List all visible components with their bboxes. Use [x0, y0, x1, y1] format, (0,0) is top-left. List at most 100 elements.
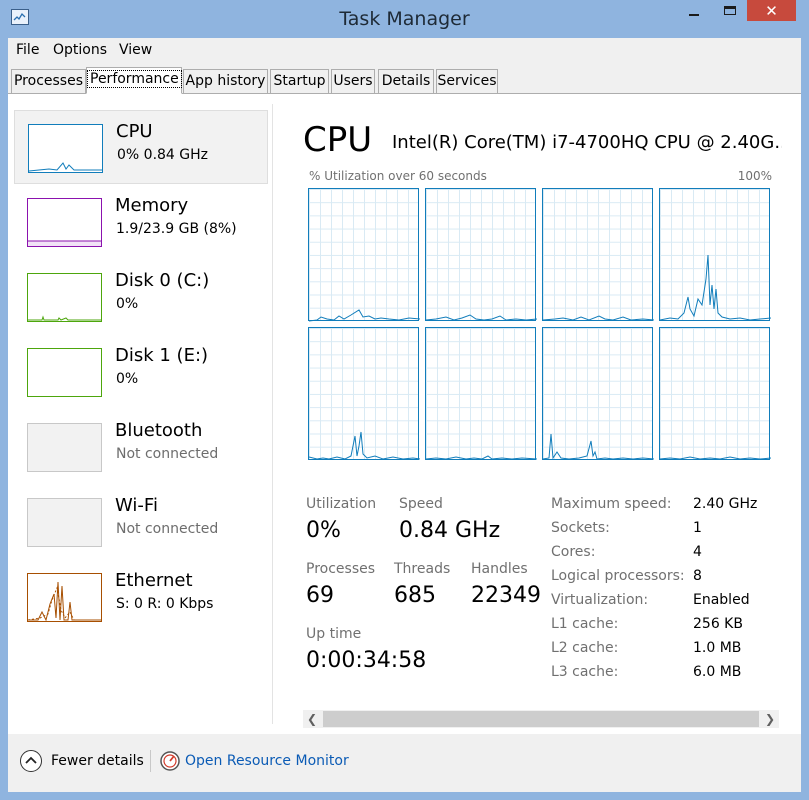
menu-options[interactable]: Options [53, 42, 107, 58]
processes-value: 69 [306, 583, 334, 608]
tab-bar: Processes Performance App history Startu… [8, 64, 801, 94]
sidebar-item-subtitle: S: 0 R: 0 Kbps [116, 596, 214, 612]
task-manager-window: Task Manager ✕ File Options View Process… [0, 0, 809, 800]
sidebar-item-title: Disk 1 (E:) [115, 345, 209, 366]
cpu-detail-panel: CPU Intel(R) Core(TM) i7-4700HQ CPU @ 2.… [303, 94, 782, 734]
spec-value: 4 [693, 544, 702, 560]
menu-view[interactable]: View [119, 42, 152, 58]
resource-sidebar: CPU 0% 0.84 GHz Memory 1.9/23.9 GB (8%) … [8, 94, 273, 734]
sidebar-item-title: Memory [115, 195, 189, 216]
sidebar-item-subtitle: 0% 0.84 GHz [117, 147, 209, 163]
sidebar-item-title: Bluetooth [115, 420, 203, 441]
close-button[interactable]: ✕ [747, 0, 796, 21]
graph-max-label: 100% [737, 169, 772, 183]
core-graph-1 [308, 188, 420, 322]
threads-label: Threads [394, 561, 451, 577]
spec-label: Sockets: [551, 520, 610, 536]
scroll-right-arrow-icon[interactable]: ❯ [761, 711, 779, 727]
pane-splitter[interactable] [272, 104, 273, 724]
open-resource-monitor-link[interactable]: Open Resource Monitor [185, 753, 349, 769]
horizontal-scrollbar[interactable]: ❮ ❯ [303, 710, 779, 728]
uptime-value: 0:00:34:58 [306, 648, 427, 673]
sidebar-item-memory[interactable]: Memory 1.9/23.9 GB (8%) [14, 185, 268, 259]
core-graph-7 [542, 327, 654, 460]
spec-label: Maximum speed: [551, 496, 672, 512]
performance-pane: CPU 0% 0.84 GHz Memory 1.9/23.9 GB (8%) … [8, 94, 801, 734]
sidebar-item-disk-1[interactable]: Disk 1 (E:) 0% [14, 335, 268, 409]
graph-caption: % Utilization over 60 seconds [309, 169, 487, 183]
sidebar-item-wifi[interactable]: Wi-Fi Not connected [14, 485, 268, 559]
handles-value: 22349 [471, 583, 541, 608]
disk1-thumbnail-graph [27, 348, 102, 397]
minimize-button[interactable] [676, 0, 712, 21]
spec-value: Enabled [693, 592, 750, 608]
spec-value: 256 KB [693, 616, 743, 632]
spec-label: Logical processors: [551, 568, 685, 584]
core-graph-6 [425, 327, 537, 460]
spec-label: Cores: [551, 544, 596, 560]
tab-users[interactable]: Users [331, 69, 375, 93]
spec-value: 8 [693, 568, 702, 584]
spec-label: L2 cache: [551, 640, 619, 656]
memory-thumbnail-graph [27, 198, 102, 247]
processes-label: Processes [306, 561, 376, 577]
sidebar-item-disk-0[interactable]: Disk 0 (C:) 0% [14, 260, 268, 334]
spec-label: L1 cache: [551, 616, 619, 632]
tab-performance[interactable]: Performance [86, 67, 182, 94]
resource-monitor-icon[interactable] [159, 750, 181, 772]
core-graph-2 [425, 188, 537, 321]
tab-app-history[interactable]: App history [183, 69, 268, 93]
speed-value: 0.84 GHz [399, 518, 501, 543]
threads-value: 685 [394, 583, 436, 608]
spec-label: L3 cache: [551, 664, 619, 680]
spec-value: 1.0 MB [693, 640, 742, 656]
minimize-icon [689, 13, 699, 16]
wifi-thumbnail-graph [27, 498, 102, 547]
sidebar-item-ethernet[interactable]: Ethernet S: 0 R: 0 Kbps [14, 560, 268, 634]
bluetooth-thumbnail-graph [27, 423, 102, 472]
sidebar-item-subtitle: Not connected [116, 521, 219, 537]
close-icon: ✕ [765, 1, 778, 20]
sidebar-item-subtitle: 0% [116, 296, 139, 312]
tab-processes[interactable]: Processes [11, 69, 86, 93]
spec-value: 1 [693, 520, 702, 536]
disk0-thumbnail-graph [27, 273, 102, 322]
sidebar-item-title: Wi-Fi [115, 495, 158, 516]
menu-bar: File Options View [8, 38, 801, 64]
handles-label: Handles [471, 561, 528, 577]
fewer-details-link[interactable]: Fewer details [51, 753, 144, 769]
panel-title: CPU [303, 120, 373, 160]
maximize-button[interactable] [712, 0, 748, 21]
scrollbar-thumb[interactable] [323, 711, 759, 727]
sidebar-item-title: Ethernet [115, 570, 193, 591]
sidebar-item-cpu[interactable]: CPU 0% 0.84 GHz [14, 110, 268, 184]
sidebar-item-subtitle: Not connected [116, 446, 219, 462]
sidebar-item-bluetooth[interactable]: Bluetooth Not connected [14, 410, 268, 484]
scroll-left-arrow-icon[interactable]: ❮ [303, 711, 321, 727]
title-bar[interactable]: Task Manager ✕ [0, 0, 809, 38]
spec-value: 2.40 GHz [693, 496, 758, 512]
uptime-label: Up time [306, 626, 362, 642]
sidebar-item-title: Disk 0 (C:) [115, 270, 210, 291]
tab-details[interactable]: Details [378, 69, 434, 93]
tab-startup[interactable]: Startup [270, 69, 329, 93]
footer-bar: Fewer details Open Resource Monitor [8, 734, 801, 792]
spec-label: Virtualization: [551, 592, 649, 608]
core-graph-5 [308, 327, 420, 460]
maximize-icon [724, 6, 736, 15]
cpu-thumbnail-graph [28, 124, 103, 173]
menu-file[interactable]: File [16, 42, 39, 58]
core-graph-8 [659, 327, 771, 460]
utilization-label: Utilization [306, 496, 377, 512]
sidebar-item-title: CPU [116, 121, 153, 142]
sidebar-item-subtitle: 1.9/23.9 GB (8%) [116, 221, 237, 237]
tab-performance-label: Performance [87, 70, 182, 88]
tab-services[interactable]: Services [436, 69, 498, 93]
chevron-up-circle-icon[interactable] [20, 750, 42, 772]
footer-separator [150, 750, 151, 772]
spec-value: 6.0 MB [693, 664, 742, 680]
speed-label: Speed [399, 496, 443, 512]
core-graph-4 [659, 188, 771, 321]
utilization-value: 0% [306, 518, 341, 543]
cpu-model-name: Intel(R) Core(TM) i7-4700HQ CPU @ 2.40G.… [392, 132, 782, 153]
